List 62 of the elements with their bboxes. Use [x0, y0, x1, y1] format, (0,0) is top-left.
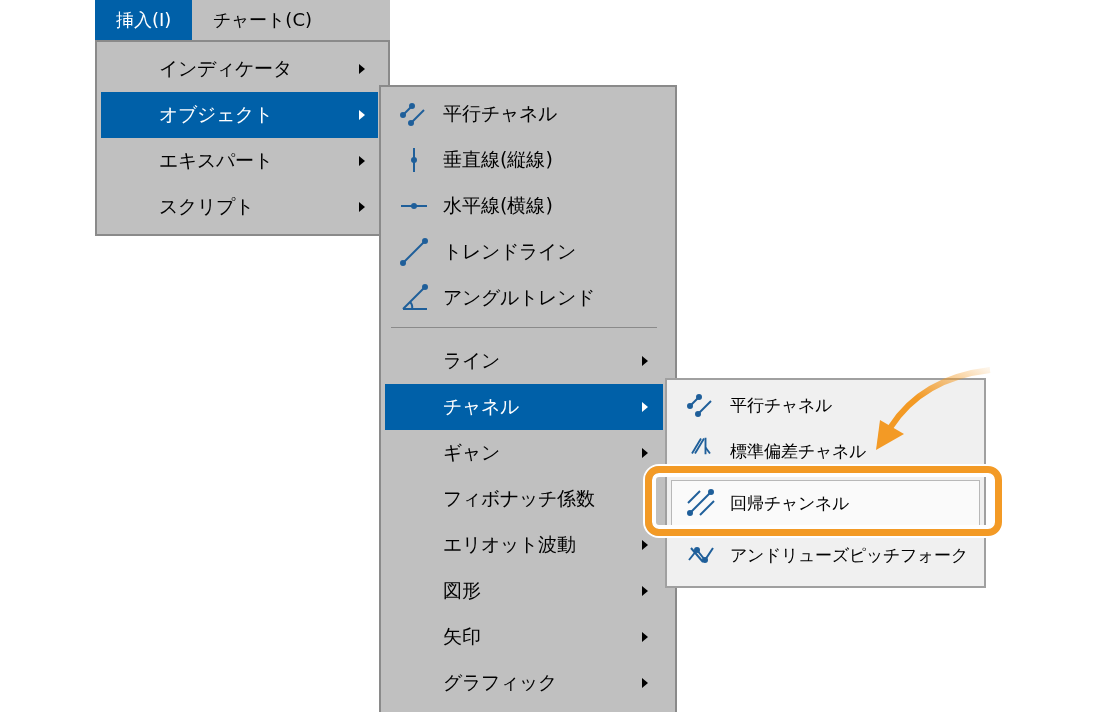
menu-item[interactable]: エリオット波動 [385, 522, 663, 568]
menu-item[interactable]: アンドリューズピッチフォーク [671, 532, 980, 578]
submenu-arrow-icon [641, 631, 649, 643]
menu-item-label: 垂直線(縦線) [443, 147, 553, 172]
menu-item[interactable]: チャネル [385, 384, 663, 430]
parallel-lines-icon [400, 100, 428, 128]
vertical-line-icon [411, 147, 417, 173]
menu-item-label: アングルトレンド [443, 285, 595, 310]
parallel-lines-icon [687, 391, 715, 419]
submenu-arrow-icon [641, 585, 649, 597]
submenu-arrow-icon [358, 109, 366, 121]
menu-item[interactable]: 矢印 [385, 614, 663, 660]
menu-item[interactable]: ギャン [385, 430, 663, 476]
menu-item[interactable]: アングルトレンド [385, 275, 663, 321]
submenu-arrow-icon [358, 63, 366, 75]
menu-item-label: エリオット波動 [443, 532, 576, 557]
menu-item[interactable]: スクリプト [101, 184, 378, 230]
menu-bar-item[interactable]: チャート(C) [192, 0, 333, 40]
menu-item[interactable]: トレンドライン [385, 229, 663, 275]
menu-item[interactable]: 平行チャネル [671, 382, 980, 428]
submenu-arrow-icon [641, 539, 649, 551]
menu-item-label: トレンドライン [443, 239, 576, 264]
menu-item-label: 回帰チャンネル [730, 491, 849, 515]
submenu-arrow-icon [641, 677, 649, 689]
submenu-arrow-icon [641, 447, 649, 459]
menu-item-label: チャネル [443, 394, 519, 419]
menu-item[interactable]: 平行チャネル [385, 91, 663, 137]
menu-item[interactable]: 回帰チャンネル [671, 480, 980, 526]
menu-item-label: グラフィック [443, 670, 557, 695]
menu-item-label: ギャン [443, 440, 500, 465]
menu-item-label: スクリプト [159, 194, 254, 219]
menu-item-label: 平行チャネル [730, 393, 832, 417]
menu-item-label: 図形 [443, 578, 481, 603]
menu-item-label: 矢印 [443, 624, 481, 649]
menu-item[interactable]: 水平線(横線) [385, 183, 663, 229]
angle-line-icon [400, 284, 428, 312]
menu-item[interactable]: フィボナッチ係数 [385, 476, 663, 522]
menu-item-label: エキスパート [159, 148, 273, 173]
menu-item-label: ライン [443, 348, 500, 373]
menu-item[interactable]: ライン [385, 338, 663, 384]
submenu-arrow-icon [358, 201, 366, 213]
menu-item[interactable]: エキスパート [101, 138, 378, 184]
submenu-arrow-icon [641, 401, 649, 413]
menu-item-label: アンドリューズピッチフォーク [730, 543, 968, 567]
menu-item[interactable]: グラフィック [385, 660, 663, 706]
menu-item[interactable]: オブジェクト [101, 92, 378, 138]
menu-item[interactable]: 標準偏差チャネル [671, 428, 980, 474]
submenu-arrow-icon [641, 355, 649, 367]
submenu-arrow-icon [358, 155, 366, 167]
menu-item-label: 標準偏差チャネル [730, 439, 866, 463]
menu-item-label: 水平線(横線) [443, 193, 553, 218]
menu-item-label: フィボナッチ係数 [443, 486, 595, 511]
menu-item[interactable]: 図形 [385, 568, 663, 614]
horizontal-line-icon [400, 203, 428, 209]
diagonal-line-icon [400, 238, 428, 266]
menu-item[interactable]: インディケータ [101, 46, 378, 92]
menu-bar-item[interactable]: 挿入(I) [95, 0, 193, 40]
triple-lines-icon [687, 489, 715, 517]
menu-item[interactable]: 垂直線(縦線) [385, 137, 663, 183]
menu-item-label: オブジェクト [159, 102, 273, 127]
menu-item-label: インディケータ [159, 56, 292, 81]
menu-item-label: 平行チャネル [443, 101, 557, 126]
